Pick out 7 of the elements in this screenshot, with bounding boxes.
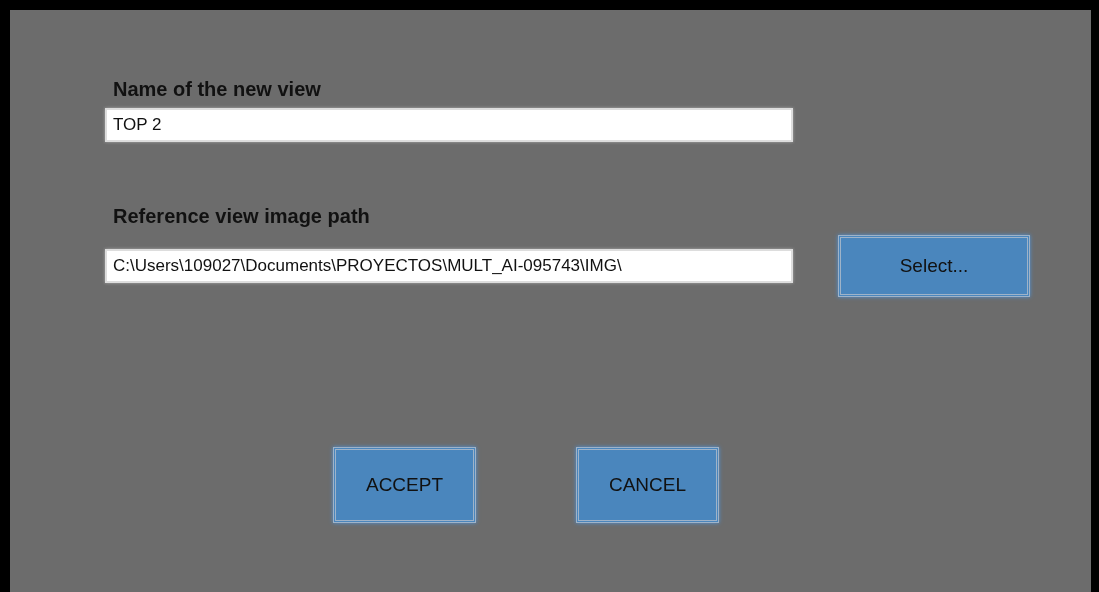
input-field[interactable]: C:\Users\109027\Documents\PROYECTOS\MULT_AI-095743\IMG\ [105,249,793,283]
cancel-button[interactable]: CANCEL [576,447,719,523]
field-label: Name of the new view [113,78,322,101]
input-field[interactable]: TOP 2 [105,108,793,142]
select-button[interactable]: Select... [838,235,1030,297]
field-label: Reference view image path [113,205,371,228]
accept-button[interactable]: ACCEPT [333,447,476,523]
